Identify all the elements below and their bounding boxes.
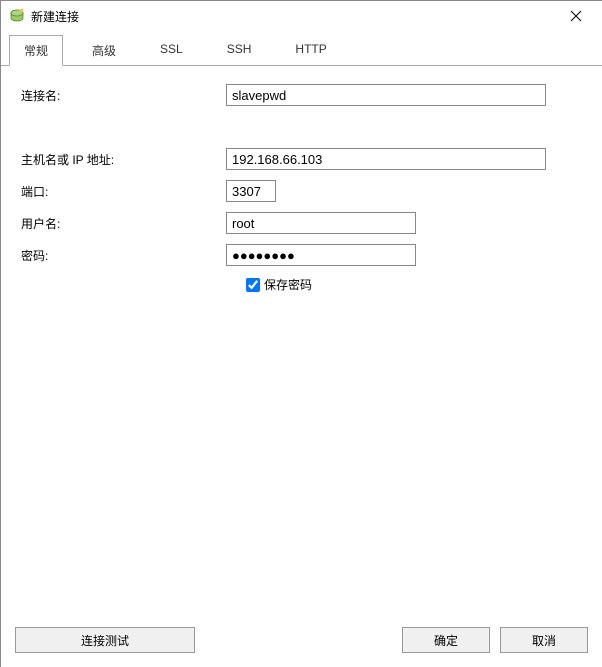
tab-ssh[interactable]: SSH <box>212 35 267 65</box>
tab-advanced[interactable]: 高级 <box>77 35 131 65</box>
footer: 连接测试 确定 取消 <box>1 619 602 667</box>
new-connection-dialog: 新建连接 常规 高级 SSL SSH HTTP 连接名: 主机名或 IP 地址:… <box>0 0 602 667</box>
test-connection-button[interactable]: 连接测试 <box>15 627 195 653</box>
tab-general[interactable]: 常规 <box>9 35 63 66</box>
ok-button[interactable]: 确定 <box>402 627 490 653</box>
connection-name-input[interactable] <box>226 84 546 106</box>
tab-bar: 常规 高级 SSL SSH HTTP <box>1 35 602 66</box>
port-label: 端口: <box>21 183 226 200</box>
tab-ssl[interactable]: SSL <box>145 35 198 65</box>
port-input[interactable] <box>226 180 276 202</box>
user-label: 用户名: <box>21 215 226 232</box>
cancel-button[interactable]: 取消 <box>500 627 588 653</box>
tab-http[interactable]: HTTP <box>280 35 341 65</box>
password-label: 密码: <box>21 247 226 264</box>
window-title: 新建连接 <box>31 8 554 25</box>
save-password-label: 保存密码 <box>264 276 312 293</box>
user-input[interactable] <box>226 212 416 234</box>
host-label: 主机名或 IP 地址: <box>21 151 226 168</box>
save-password-checkbox[interactable] <box>246 278 260 292</box>
app-icon <box>9 8 25 24</box>
form-area: 连接名: 主机名或 IP 地址: 端口: 用户名: 密码: 保存密码 <box>1 66 602 619</box>
titlebar: 新建连接 <box>1 1 602 31</box>
password-input[interactable] <box>226 244 416 266</box>
host-input[interactable] <box>226 148 546 170</box>
close-button[interactable] <box>554 1 598 31</box>
connection-name-label: 连接名: <box>21 87 226 104</box>
